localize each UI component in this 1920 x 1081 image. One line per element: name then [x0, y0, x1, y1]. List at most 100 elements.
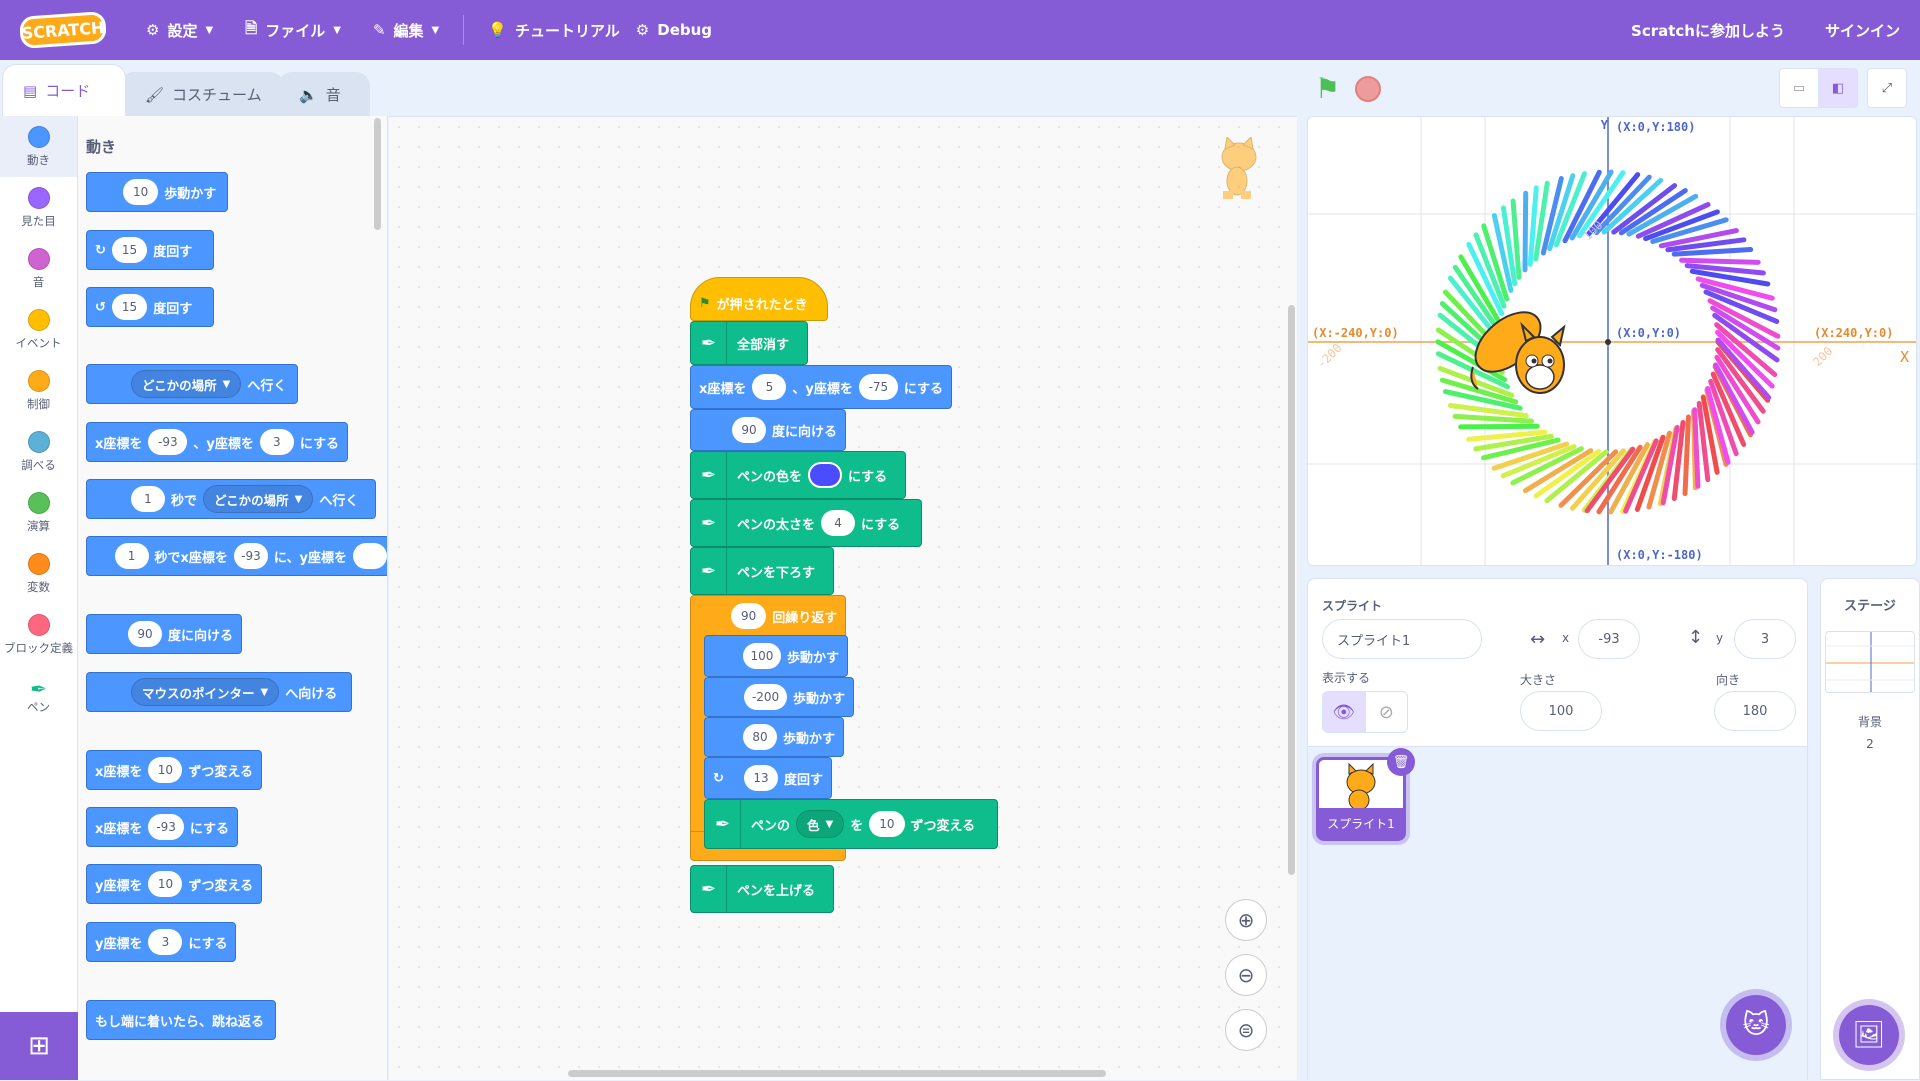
- palette-scrollbar[interactable]: [374, 118, 381, 230]
- block-change-y[interactable]: y座標を 10 ずつ変える: [86, 864, 262, 904]
- sprite-name-input[interactable]: スプライト1: [1322, 619, 1482, 659]
- block-point-towards[interactable]: マウスのポインター ▼ へ向ける: [86, 672, 352, 712]
- block-change-x[interactable]: x座標を 10 ずつ変える: [86, 750, 262, 790]
- block-input[interactable]: 3: [259, 429, 294, 455]
- small-stage-button[interactable]: ▭: [1779, 68, 1819, 108]
- block-input[interactable]: 13: [743, 765, 778, 791]
- tab-code[interactable]: ▤ コード: [2, 64, 126, 116]
- hide-sprite-button[interactable]: ⊘: [1364, 692, 1408, 732]
- join-scratch-link[interactable]: Scratchに参加しよう: [1611, 0, 1805, 60]
- block-input[interactable]: 5: [752, 374, 787, 400]
- block-input[interactable]: 1: [114, 543, 149, 569]
- block-goto-xy[interactable]: x座標を -93 、y座標を 3 にする: [86, 422, 348, 462]
- tab-costume[interactable]: 🖌 コスチューム: [120, 72, 284, 116]
- size-input[interactable]: 100: [1520, 691, 1602, 731]
- block-input[interactable]: -93: [233, 543, 268, 569]
- block-move-steps[interactable]: 80 歩動かす: [704, 717, 844, 757]
- direction-input[interactable]: 180: [1714, 691, 1796, 731]
- category-7[interactable]: 変数: [0, 543, 77, 604]
- block-pen-clear[interactable]: ✒ 全部消す: [690, 321, 808, 365]
- block-goto[interactable]: どこかの場所 ▼ へ行く: [86, 364, 298, 404]
- block-when-flag-clicked[interactable]: ⚑ が押されたとき: [690, 277, 828, 321]
- show-sprite-button[interactable]: 👁: [1323, 692, 1365, 732]
- category-0[interactable]: 動き: [0, 116, 77, 177]
- block-input[interactable]: 15: [111, 294, 148, 320]
- block-glide-xy[interactable]: 1 秒でx座標を -93 に、y座標を: [86, 536, 387, 576]
- block-input[interactable]: 1: [131, 486, 165, 512]
- category-4[interactable]: 制御: [0, 360, 77, 421]
- block-input[interactable]: 90: [731, 417, 766, 443]
- debug-button[interactable]: ⚙ Debug: [636, 0, 728, 60]
- block-change-pen-effect[interactable]: ✒ ペンの色 ▼ を 10 ずつ変える: [704, 799, 998, 849]
- zoom-out-button[interactable]: ⊖: [1225, 954, 1267, 996]
- scratch-logo[interactable]: SCRATCH: [18, 11, 108, 49]
- tutorial-button[interactable]: 💡 チュートリアル: [472, 0, 636, 60]
- block-input[interactable]: 15: [111, 237, 148, 263]
- block-set-pen-size[interactable]: ✒ ペンの太さを 4 にする: [690, 499, 922, 547]
- stage-canvas[interactable]: Y (X:0,Y:180) (X:0,Y:-180) (X:-240,Y:0) …: [1307, 116, 1917, 566]
- block-dropdown[interactable]: どこかの場所 ▼: [203, 485, 314, 513]
- block-move-steps[interactable]: -200 歩動かす: [704, 677, 854, 717]
- block-point-direction[interactable]: 90 度に向ける: [690, 409, 846, 451]
- delete-sprite-button[interactable]: 🗑: [1387, 748, 1415, 776]
- fullscreen-button[interactable]: ⤢: [1867, 68, 1907, 108]
- block-input[interactable]: 10: [123, 179, 159, 205]
- choose-sprite-button[interactable]: 🐱: [1726, 995, 1786, 1055]
- add-extension-button[interactable]: ⊞: [0, 1012, 78, 1080]
- block-input[interactable]: 80: [742, 724, 777, 750]
- block-goto-xy[interactable]: x座標を 5 、y座標を -75 にする: [690, 365, 952, 409]
- x-position-input[interactable]: -93: [1578, 619, 1640, 659]
- workspace-vertical-scrollbar[interactable]: [1288, 305, 1295, 875]
- block-input[interactable]: -93: [148, 429, 188, 455]
- block-input[interactable]: 4: [821, 510, 856, 536]
- block-input[interactable]: -93: [148, 814, 184, 840]
- block-point-direction[interactable]: 90 度に向ける: [86, 614, 242, 654]
- block-input[interactable]: 10: [869, 811, 905, 837]
- block-bounce[interactable]: もし端に着いたら、跳ね返る: [86, 1000, 276, 1040]
- block-input[interactable]: -75: [858, 374, 898, 400]
- category-3[interactable]: イベント: [0, 299, 77, 360]
- choose-backdrop-button[interactable]: 🖼: [1839, 1005, 1899, 1065]
- block-dropdown[interactable]: どこかの場所 ▼: [131, 370, 242, 398]
- large-stage-button[interactable]: ◧: [1818, 68, 1858, 108]
- block-turn-right[interactable]: ↻ 13 度回す: [704, 757, 832, 799]
- category-5[interactable]: 調べる: [0, 421, 77, 482]
- category-8[interactable]: ブロック定義: [0, 604, 77, 665]
- block-input[interactable]: -200: [744, 684, 787, 710]
- pen-color-swatch[interactable]: [808, 462, 843, 488]
- code-workspace[interactable]: ⚑ が押されたとき ✒ 全部消す x座標を 5 、y座標を -75 にする 90 度に向ける …: [389, 116, 1297, 1080]
- category-9[interactable]: ✒ ペン: [0, 665, 77, 726]
- sign-in-link[interactable]: サインイン: [1805, 0, 1920, 60]
- block-glide[interactable]: 1 秒で どこかの場所 ▼ へ行く: [86, 479, 376, 519]
- block-turn-right[interactable]: ↻ 15 度回す: [86, 230, 214, 270]
- block-move-steps[interactable]: 10 歩動かす: [86, 172, 228, 212]
- block-set-pen-color[interactable]: ✒ ペンの色を にする: [690, 451, 906, 499]
- block-input[interactable]: 10: [148, 757, 183, 783]
- zoom-reset-button[interactable]: ⊜: [1225, 1009, 1267, 1051]
- block-input[interactable]: 100: [742, 643, 781, 669]
- block-input[interactable]: 90: [731, 603, 767, 629]
- block-set-x[interactable]: x座標を -93 にする: [86, 807, 238, 847]
- settings-menu[interactable]: ⚙ 設定 ▼: [130, 0, 229, 60]
- backdrop-thumbnail[interactable]: [1825, 631, 1915, 693]
- stop-button[interactable]: [1355, 76, 1381, 102]
- category-6[interactable]: 演算: [0, 482, 77, 543]
- block-input[interactable]: 90: [127, 621, 162, 647]
- block-input[interactable]: 10: [148, 871, 183, 897]
- block-input[interactable]: [353, 543, 387, 569]
- block-set-y[interactable]: y座標を 3 にする: [86, 922, 236, 962]
- category-1[interactable]: 見た目: [0, 177, 77, 238]
- file-menu[interactable]: 🗎 ファイル ▼: [229, 0, 357, 60]
- category-2[interactable]: 音: [0, 238, 77, 299]
- block-input[interactable]: 3: [148, 929, 183, 955]
- edit-menu[interactable]: ✎ 編集 ▼: [357, 0, 455, 60]
- block-pen-down[interactable]: ✒ ペンを下ろす: [690, 547, 834, 595]
- y-position-input[interactable]: 3: [1734, 619, 1796, 659]
- block-dropdown[interactable]: マウスのポインター ▼: [131, 678, 280, 706]
- green-flag-button[interactable]: ⚑: [1315, 72, 1340, 105]
- sprite-thumbnail[interactable]: スプライト1 🗑: [1316, 748, 1415, 841]
- block-move-steps[interactable]: 100 歩動かす: [704, 635, 848, 677]
- block-dropdown[interactable]: 色 ▼: [796, 810, 845, 838]
- tab-sound[interactable]: 🔈 音: [278, 72, 370, 116]
- block-turn-left[interactable]: ↺ 15 度回す: [86, 287, 214, 327]
